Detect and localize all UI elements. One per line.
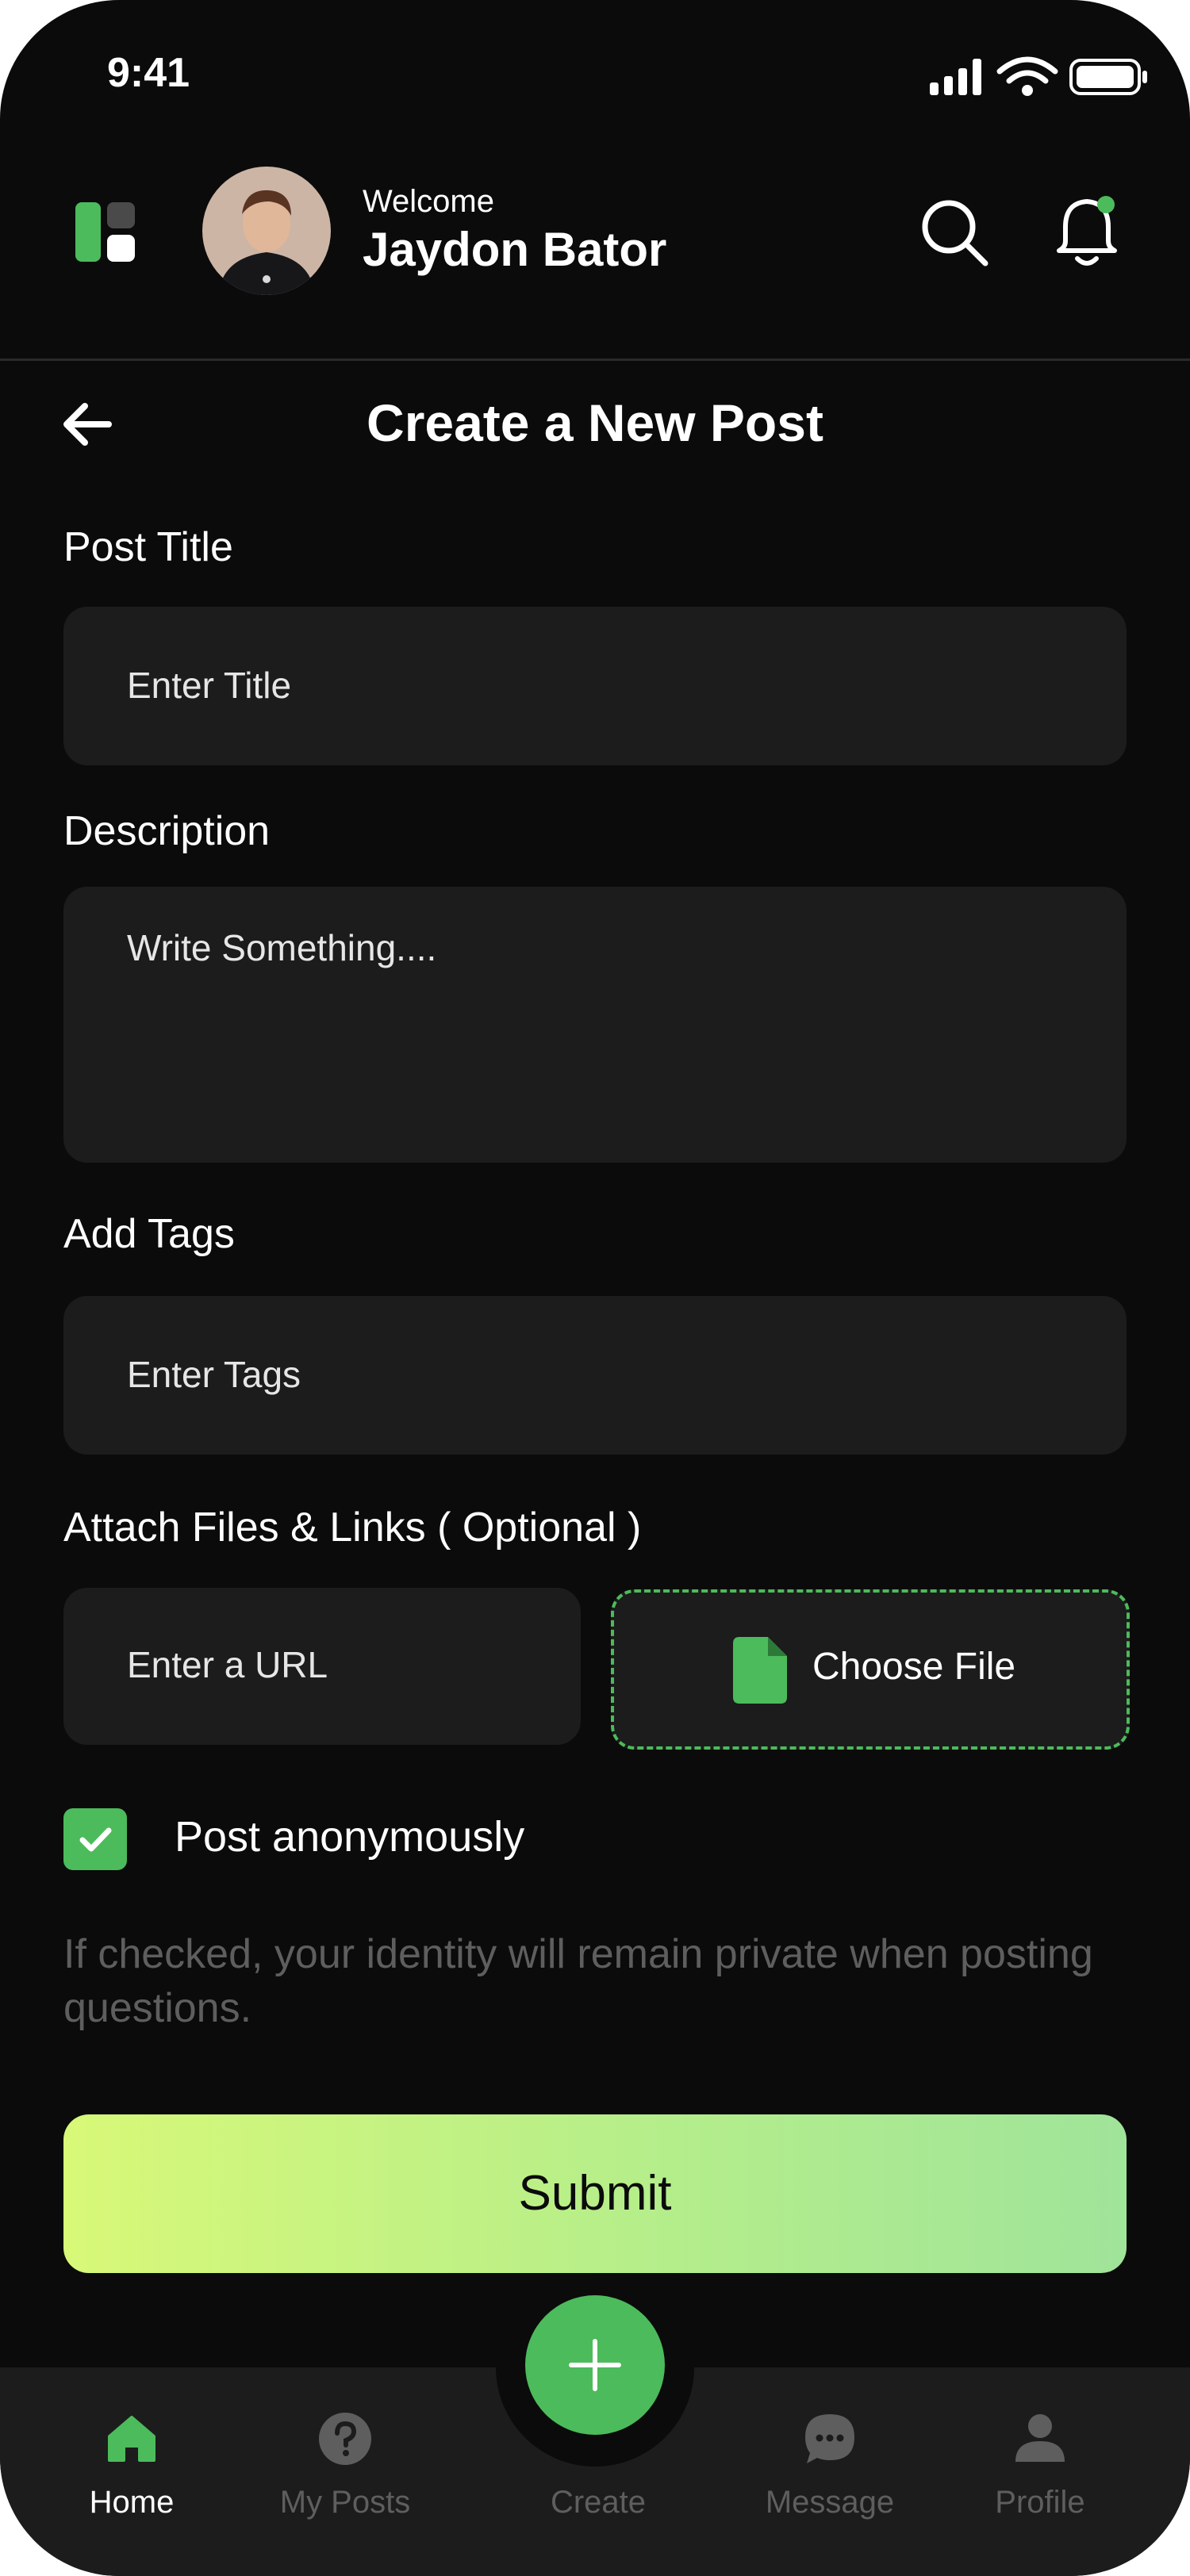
choose-file-label: Choose File	[812, 1646, 1016, 1688]
status-icons	[930, 56, 1147, 96]
file-icon	[733, 1637, 787, 1704]
tags-input[interactable]: Enter Tags	[63, 1296, 1127, 1455]
user-name: Jaydon Bator	[363, 223, 667, 276]
notification-bell-icon[interactable]	[1051, 192, 1123, 271]
home-icon	[108, 2416, 155, 2462]
description-placeholder: Write Something....	[127, 927, 437, 968]
nav-create-label: Create	[550, 2485, 647, 2520]
user-icon	[1015, 2414, 1065, 2462]
anonymous-note: If checked, your identity will remain pr…	[63, 1931, 1093, 2031]
nav-create[interactable]: Create	[519, 2403, 678, 2522]
avatar[interactable]	[202, 167, 331, 295]
phone-screen: 9:41 Welcome Jaydon Bator Create a New P…	[0, 0, 1190, 2576]
nav-my-posts-label: My Posts	[279, 2485, 411, 2520]
attachments-label: Attach Files & Links ( Optional )	[63, 1505, 642, 1551]
description-textarea[interactable]: Write Something....	[63, 887, 1127, 1163]
wifi-dot	[1022, 85, 1033, 96]
battery-icon	[1069, 59, 1147, 95]
nav-profile-label: Profile	[995, 2485, 1085, 2520]
nav-message-label: Message	[765, 2485, 895, 2520]
anonymous-checkbox[interactable]	[63, 1808, 127, 1870]
nav-profile[interactable]: Profile	[961, 2403, 1119, 2522]
page-title: Create a New Post	[367, 393, 823, 452]
url-input[interactable]: Enter a URL	[63, 1588, 581, 1745]
tags-placeholder: Enter Tags	[127, 1354, 301, 1395]
welcome-text: Welcome	[363, 184, 494, 219]
app-header: Welcome Jaydon Bator	[0, 143, 1190, 361]
url-placeholder: Enter a URL	[127, 1644, 328, 1685]
chat-icon	[805, 2414, 854, 2463]
nav-home[interactable]: Home	[52, 2403, 211, 2522]
app-logo	[75, 202, 135, 262]
checkmark-icon	[79, 1827, 112, 1852]
wifi-icon	[996, 56, 1058, 84]
status-bar: 9:41	[0, 0, 1190, 143]
choose-file-button[interactable]: Choose File	[611, 1589, 1130, 1750]
search-icon[interactable]	[919, 197, 990, 268]
tags-label: Add Tags	[63, 1211, 235, 1257]
signal-icon	[930, 59, 981, 95]
post-title-input[interactable]: Enter Title	[63, 607, 1127, 765]
post-title-placeholder: Enter Title	[127, 665, 292, 706]
anonymous-label: Post anonymously	[175, 1813, 525, 1861]
submit-button[interactable]: Submit	[63, 2114, 1127, 2273]
nav-my-posts[interactable]: My Posts	[266, 2403, 424, 2522]
nav-home-label: Home	[89, 2485, 175, 2520]
description-label: Description	[63, 808, 271, 854]
nav-message[interactable]: Message	[750, 2403, 909, 2522]
post-title-label: Post Title	[63, 524, 233, 570]
status-time: 9:41	[107, 50, 190, 96]
question-icon	[319, 2413, 371, 2465]
